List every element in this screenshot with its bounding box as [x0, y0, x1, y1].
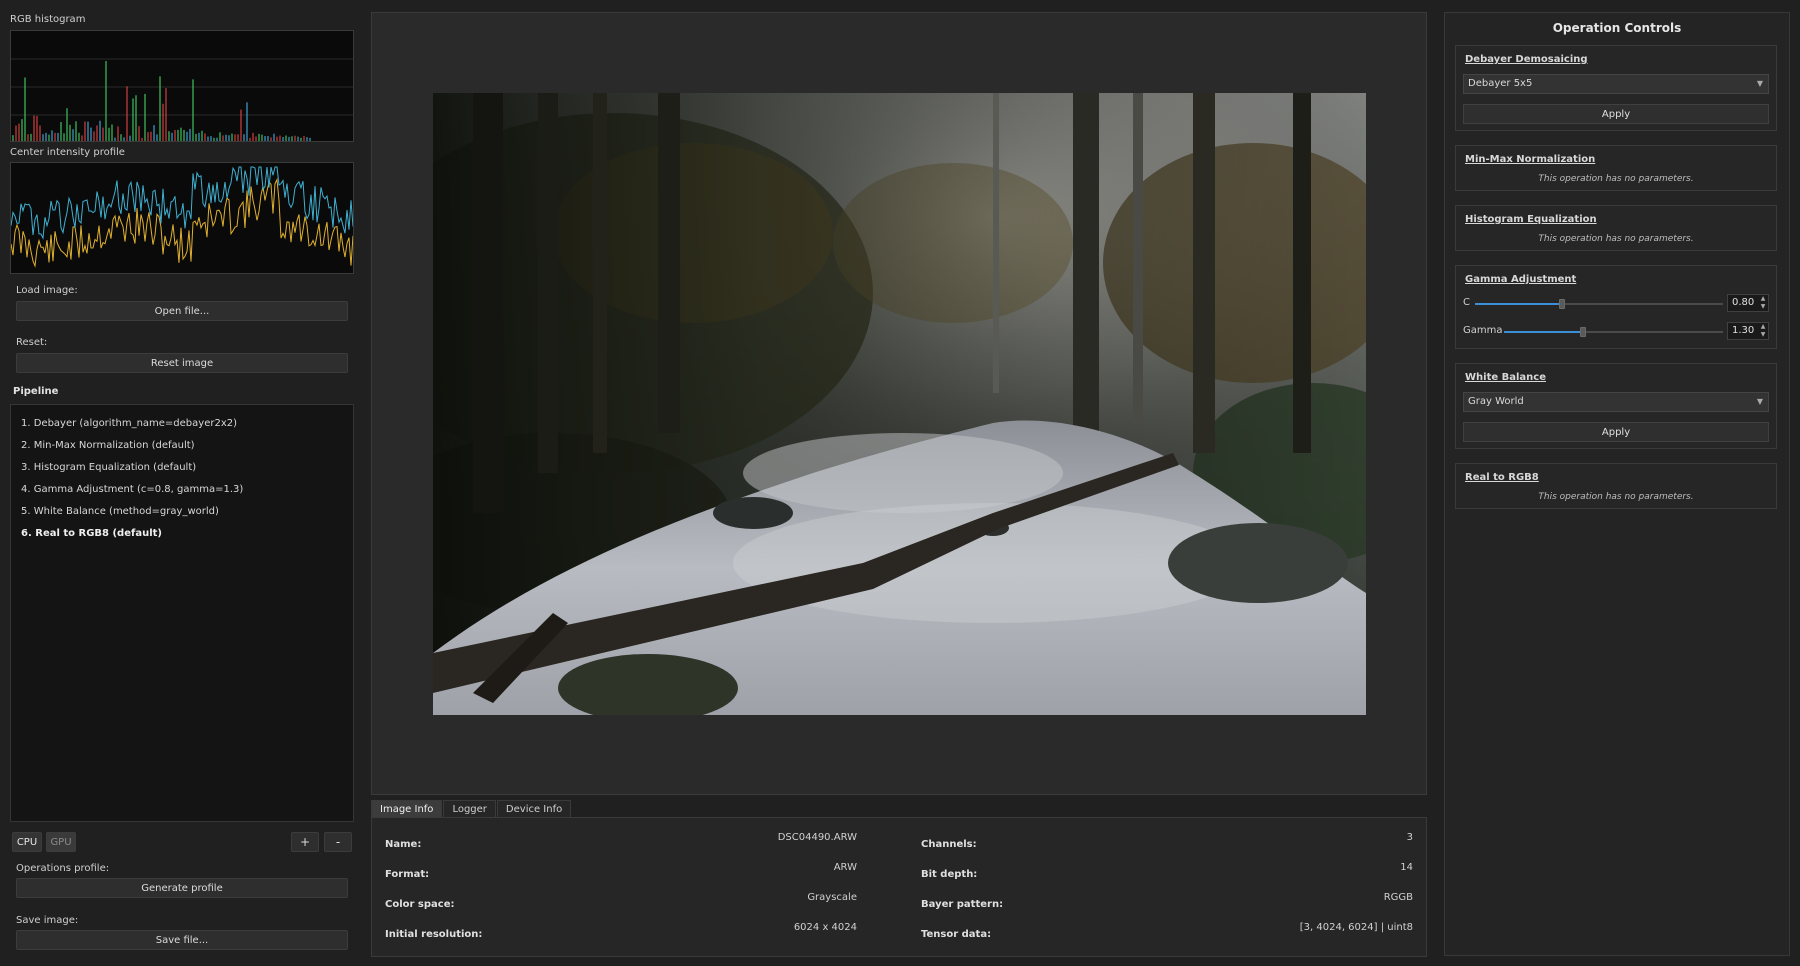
c-slider-handle[interactable] [1558, 299, 1565, 309]
bayer-label: Bayer pattern: [921, 899, 1004, 910]
generate-profile-button[interactable]: Generate profile [16, 878, 348, 898]
chevron-down-icon: ▼ [1756, 397, 1763, 406]
channels-value: 3 [1406, 832, 1413, 843]
histogram-label: RGB histogram [10, 14, 86, 25]
center-intensity-svg [11, 166, 353, 268]
gamma-title: Gamma Adjustment [1465, 274, 1577, 285]
image-info-panel: Name: DSC04490.ARW Format: ARW Color spa… [371, 817, 1427, 957]
profile-line [11, 166, 353, 240]
operation-controls-panel: Operation Controls Debayer Demosaicing D… [1444, 12, 1790, 956]
wb-title: White Balance [1465, 372, 1546, 383]
pipeline-item[interactable]: 4. Gamma Adjustment (c=0.8, gamma=1.3) [11, 479, 353, 501]
minmax-title: Min-Max Normalization [1465, 154, 1596, 165]
bayer-value: RGGB [1383, 892, 1413, 903]
gamma-value: 1.30 [1732, 325, 1755, 336]
image-viewer[interactable] [371, 12, 1427, 795]
info-tabs[interactable]: Image Info Logger Device Info [371, 800, 572, 818]
pipeline-item[interactable]: 6. Real to RGB8 (default) [11, 523, 353, 545]
profile-line [11, 177, 353, 268]
name-value: DSC04490.ARW [777, 832, 857, 843]
save-image-label: Save image: [16, 915, 79, 926]
tab-image-info[interactable]: Image Info [371, 800, 443, 818]
rgb8-section: Real to RGB8 This operation has no param… [1455, 463, 1777, 509]
debayer-title: Debayer Demosaicing [1465, 54, 1588, 65]
rgb-histogram-plot [10, 30, 354, 142]
resolution-value: 6024 x 4024 [793, 922, 857, 933]
histeq-section: Histogram Equalization This operation ha… [1455, 205, 1777, 251]
reset-label: Reset: [16, 337, 48, 348]
minmax-note: This operation has no parameters. [1538, 174, 1694, 184]
save-file-button[interactable]: Save file... [16, 930, 348, 950]
format-label: Format: [385, 869, 430, 880]
minmax-section: Min-Max Normalization This operation has… [1455, 145, 1777, 191]
spin-arrows-icon[interactable]: ▲ ▼ [1759, 295, 1767, 311]
chevron-down-icon: ▼ [1756, 79, 1763, 88]
colorspace-label: Color space: [385, 899, 455, 910]
tab-logger[interactable]: Logger [443, 800, 496, 818]
pipeline-item[interactable]: 3. Histogram Equalization (default) [11, 457, 353, 479]
rgb-histogram-svg [11, 58, 353, 141]
load-image-label: Load image: [16, 285, 78, 296]
add-operation-button[interactable]: + [291, 832, 319, 852]
operation-controls-title: Operation Controls [1552, 21, 1682, 35]
pipeline-item[interactable]: 5. White Balance (method=gray_world) [11, 501, 353, 523]
c-spinbox[interactable]: 0.80 ▲ ▼ [1727, 294, 1769, 312]
c-slider-fill [1475, 303, 1562, 305]
cpu-toggle[interactable]: CPU [12, 832, 42, 852]
gamma-slider-handle[interactable] [1579, 327, 1586, 337]
debayer-select[interactable]: Debayer 5x5 ▼ [1463, 74, 1769, 94]
rgb8-note: This operation has no parameters. [1538, 492, 1694, 502]
reset-image-button[interactable]: Reset image [16, 353, 348, 373]
tab-device-info[interactable]: Device Info [496, 800, 572, 818]
pipeline-list[interactable]: 1. Debayer (algorithm_name=debayer2x2) 2.… [10, 404, 354, 822]
photo-forest-river [433, 93, 1366, 715]
bitdepth-label: Bit depth: [921, 869, 978, 880]
c-value: 0.80 [1732, 297, 1755, 308]
pipeline-item[interactable]: 1. Debayer (algorithm_name=debayer2x2) [11, 413, 353, 435]
pipeline-item[interactable]: 2. Min-Max Normalization (default) [11, 435, 353, 457]
gamma-slider-fill [1504, 331, 1583, 333]
wb-apply-button[interactable]: Apply [1463, 422, 1769, 442]
center-intensity-plot [10, 162, 354, 274]
gpu-toggle[interactable]: GPU [46, 832, 76, 852]
wb-select[interactable]: Gray World ▼ [1463, 392, 1769, 412]
tensor-value: [3, 4024, 6024] | uint8 [1299, 922, 1413, 933]
channels-label: Channels: [921, 839, 977, 850]
debayer-apply-button[interactable]: Apply [1463, 104, 1769, 124]
c-label: C [1463, 297, 1470, 308]
colorspace-value: Grayscale [807, 892, 857, 903]
wb-select-value: Gray World [1468, 396, 1524, 407]
gamma-spinbox[interactable]: 1.30 ▲ ▼ [1727, 322, 1769, 340]
bitdepth-value: 14 [1400, 862, 1413, 873]
profile-label: Center intensity profile [10, 147, 125, 158]
ops-profile-label: Operations profile: [16, 863, 110, 874]
pipeline-title: Pipeline [13, 386, 59, 397]
debayer-select-value: Debayer 5x5 [1468, 78, 1533, 89]
resolution-label: Initial resolution: [385, 929, 483, 940]
white-balance-section: White Balance Gray World ▼ Apply [1455, 363, 1777, 449]
gamma-label: Gamma [1463, 325, 1503, 336]
spin-arrows-icon[interactable]: ▲ ▼ [1759, 323, 1767, 339]
rgb8-title: Real to RGB8 [1465, 472, 1539, 483]
format-value: ARW [833, 862, 857, 873]
remove-operation-button[interactable]: - [324, 832, 352, 852]
name-label: Name: [385, 839, 422, 850]
tensor-label: Tensor data: [921, 929, 992, 940]
photo-image [433, 93, 1366, 715]
gamma-section: Gamma Adjustment C 0.80 ▲ ▼ Gamma 1.30 ▲ ▼ [1455, 265, 1777, 349]
debayer-section: Debayer Demosaicing Debayer 5x5 ▼ Apply [1455, 45, 1777, 131]
open-file-button[interactable]: Open file... [16, 301, 348, 321]
left-panel: RGB histogram Center intensity profile L… [10, 10, 354, 956]
histeq-title: Histogram Equalization [1465, 214, 1597, 225]
histeq-note: This operation has no parameters. [1538, 234, 1694, 244]
